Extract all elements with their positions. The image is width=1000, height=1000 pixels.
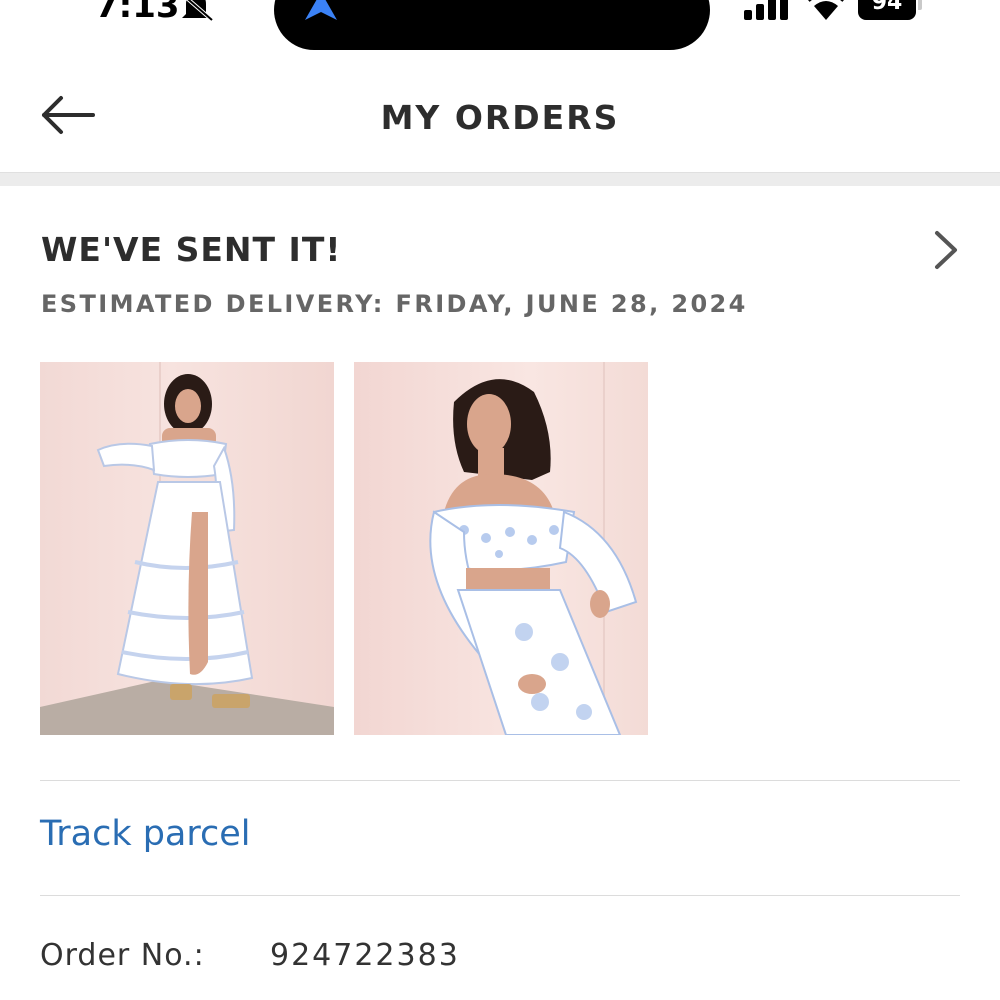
- order-number-value: 924722383: [270, 938, 460, 973]
- page-title: MY ORDERS: [380, 98, 620, 137]
- divider: [40, 780, 960, 781]
- battery-level: 94: [871, 0, 903, 15]
- navigation-arrow-icon: [305, 0, 337, 20]
- battery-icon: 94: [858, 0, 916, 20]
- signal-icon: [744, 0, 788, 20]
- status-time: 7:13: [95, 0, 180, 26]
- status-bar: 7:13 94: [0, 0, 1000, 60]
- bell-slash-icon: [182, 0, 214, 22]
- order-details-button[interactable]: [926, 228, 966, 272]
- battery-tip: [918, 0, 922, 10]
- estimated-delivery: ESTIMATED DELIVERY: FRIDAY, JUNE 28, 202…: [41, 290, 748, 318]
- product-image[interactable]: [354, 362, 648, 735]
- chevron-right-icon: [935, 231, 957, 269]
- order-status-title: WE'VE SENT IT!: [41, 230, 342, 269]
- header: MY ORDERS: [0, 60, 1000, 172]
- product-image[interactable]: [40, 362, 334, 735]
- order-number-label: Order No.:: [40, 938, 205, 973]
- divider: [40, 895, 960, 896]
- header-divider: [0, 172, 1000, 186]
- track-parcel-link[interactable]: Track parcel: [40, 814, 251, 854]
- orders-screen: 7:13 94 MY ORDERS WE'VE SENT IT! ESTIMAT…: [0, 0, 1000, 1000]
- dynamic-island: [274, 0, 710, 50]
- wifi-icon: [808, 0, 844, 20]
